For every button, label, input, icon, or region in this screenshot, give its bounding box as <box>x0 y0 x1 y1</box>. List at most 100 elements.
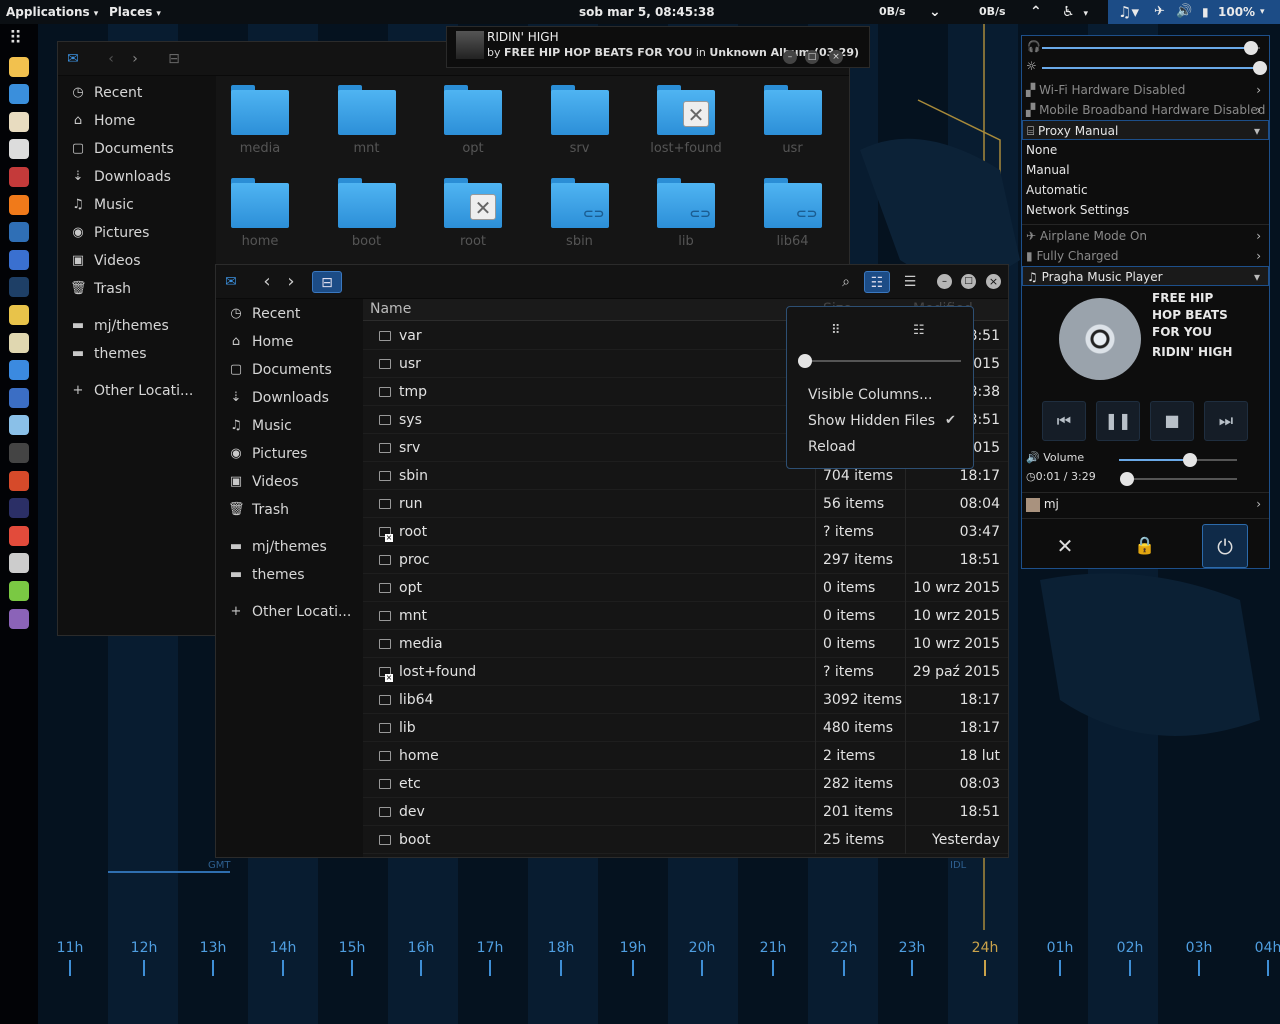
archive-icon[interactable] <box>9 167 29 187</box>
pause-button[interactable]: ❚❚ <box>1096 401 1140 441</box>
inkscape-icon[interactable] <box>9 443 29 463</box>
monitor-icon[interactable] <box>9 139 29 160</box>
sidebar-item-downloads[interactable]: ⇣ Downloads <box>216 384 363 412</box>
lock-button[interactable]: 🔒 <box>1122 524 1168 568</box>
network-settings-item[interactable]: Network Settings <box>1022 200 1269 220</box>
table-row[interactable]: lib64 3092 items 18:17 <box>363 686 1008 714</box>
proxy-manual-item[interactable]: Manual <box>1022 160 1269 180</box>
sidebar-item-other-locati[interactable]: + Other Locati... <box>58 377 216 405</box>
list-view-icon[interactable]: ☷ <box>864 271 890 293</box>
folder-item[interactable]: ⊂⊃ sbin <box>540 178 620 249</box>
ghost-icon[interactable] <box>9 608 29 629</box>
folder-item[interactable]: boot <box>327 178 407 249</box>
sidebar-item-themes[interactable]: ▬ themes <box>216 561 363 589</box>
settings-button[interactable]: ✕ <box>1042 524 1088 568</box>
sidebar-item-pictures[interactable]: ◉ Pictures <box>216 440 363 468</box>
sidebar-item-trash[interactable]: 🗑 Trash <box>216 496 363 524</box>
folder-item[interactable]: srv <box>540 85 620 156</box>
name-column-header[interactable]: Name <box>370 301 411 317</box>
root-location-icon[interactable]: ⊟ <box>161 48 187 70</box>
search-icon[interactable]: ⌕ <box>833 271 859 293</box>
table-row[interactable]: dev 201 items 18:51 <box>363 798 1008 826</box>
sidebar-item-mj-themes[interactable]: ▬ mj/themes <box>58 312 216 340</box>
qbittorrent-icon[interactable] <box>9 249 29 270</box>
close-icon[interactable]: × <box>986 274 1001 289</box>
table-row[interactable]: proc 297 items 18:51 <box>363 546 1008 574</box>
table-row[interactable]: mnt 0 items 10 wrz 2015 <box>363 602 1008 630</box>
table-row[interactable]: home 2 items 18 lut <box>363 742 1008 770</box>
mobile-broadband-item[interactable]: ▞ Mobile Broadband Hardware Disabled › <box>1022 100 1269 120</box>
chrome-icon[interactable] <box>9 470 29 491</box>
eclipse-icon[interactable] <box>9 498 29 519</box>
seek-slider[interactable] <box>1126 478 1237 480</box>
wifi-item[interactable]: ▞ Wi-Fi Hardware Disabled › <box>1022 80 1269 100</box>
folder-item[interactable]: usr <box>753 85 833 156</box>
sidebar-item-trash[interactable]: 🗑 Trash <box>58 275 216 303</box>
sidebar-item-pictures[interactable]: ◉ Pictures <box>58 219 216 247</box>
sidebar-item-downloads[interactable]: ⇣ Downloads <box>58 163 216 191</box>
brightness-knob[interactable] <box>1253 61 1267 75</box>
music-notification[interactable]: RIDIN' HIGH by FREE HIP HOP BEATS FOR YO… <box>446 26 870 68</box>
firefox-icon[interactable] <box>9 194 29 215</box>
steam-icon[interactable] <box>9 277 29 298</box>
zoom-slider[interactable] <box>805 360 961 362</box>
folder-item[interactable]: ⊂⊃ lib <box>646 178 726 249</box>
sidebar-item-recent[interactable]: ◷ Recent <box>58 79 216 107</box>
seek-knob[interactable] <box>1119 472 1134 486</box>
forward-icon[interactable]: › <box>278 271 304 293</box>
sidebar-item-home[interactable]: ⌂ Home <box>58 107 216 135</box>
folder-item[interactable]: opt <box>433 85 513 156</box>
zoom-slider-knob[interactable] <box>798 354 812 368</box>
maximize-icon[interactable]: □ <box>805 50 819 64</box>
back-icon[interactable]: ‹ <box>98 48 124 70</box>
proxy-none-item[interactable]: None <box>1022 140 1269 160</box>
minimize-icon[interactable]: – <box>937 274 952 289</box>
sidebar-item-videos[interactable]: ▣ Videos <box>58 247 216 275</box>
sidebar-item-mj-themes[interactable]: ▬ mj/themes <box>216 533 363 561</box>
sidebar-item-themes[interactable]: ▬ themes <box>58 340 216 368</box>
folder-item[interactable]: ✕ lost+found <box>646 85 726 156</box>
table-row[interactable]: boot 25 items Yesterday <box>363 826 1008 854</box>
sidebar-item-videos[interactable]: ▣ Videos <box>216 468 363 496</box>
zoom-out-grid-icon[interactable]: ⠿ <box>831 323 841 338</box>
battery-item[interactable]: ▮ Fully Charged › <box>1022 246 1269 266</box>
zoom-in-list-icon[interactable]: ☷ <box>913 323 925 338</box>
sidebar-item-other-locati[interactable]: + Other Locati... <box>216 598 363 626</box>
sidebar-item-recent[interactable]: ◷ Recent <box>216 300 363 328</box>
system-status-area[interactable]: ♫▾ ✈ 🔊 ▮ 100% ▾ <box>1108 0 1280 24</box>
forward-icon[interactable]: › <box>122 48 148 70</box>
close-icon[interactable]: × <box>829 50 843 64</box>
image-icon[interactable] <box>9 415 29 436</box>
folder-item[interactable]: home <box>220 178 300 249</box>
clock[interactable]: sob mar 5, 08:45:38 <box>579 0 715 24</box>
grid-icon[interactable]: ⠿ <box>9 29 29 49</box>
folder-item[interactable]: ⊂⊃ lib64 <box>753 178 833 249</box>
table-row[interactable]: run 56 items 08:04 <box>363 490 1008 518</box>
root-location-icon[interactable]: ⊟ <box>312 271 342 293</box>
table-row[interactable]: root ? items 03:47 <box>363 518 1008 546</box>
next-track-button[interactable]: ⏭ <box>1204 401 1248 441</box>
stop-button[interactable]: ■ <box>1150 401 1194 441</box>
thunderbird-icon[interactable] <box>9 222 29 243</box>
proxy-item[interactable]: ⌸ Proxy Manual ▾ <box>1022 120 1269 140</box>
disk-icon[interactable] <box>9 305 29 325</box>
calculator-icon[interactable] <box>9 553 29 574</box>
table-row[interactable]: etc 282 items 08:03 <box>363 770 1008 798</box>
sidebar-item-documents[interactable]: ▢ Documents <box>216 356 363 384</box>
sidebar-item-documents[interactable]: ▢ Documents <box>58 135 216 163</box>
weather-icon[interactable] <box>9 56 29 77</box>
android-icon[interactable] <box>9 581 29 601</box>
table-row[interactable]: media 0 items 10 wrz 2015 <box>363 630 1008 658</box>
user-item[interactable]: mj › <box>1022 494 1269 514</box>
show-hidden-files-item[interactable]: Show Hidden Files <box>808 413 935 429</box>
wrench-icon[interactable] <box>9 387 29 408</box>
sidebar-item-music[interactable]: ♫ Music <box>216 412 363 440</box>
places-menu[interactable]: Places ▾ <box>109 0 161 24</box>
minimize-icon[interactable]: – <box>783 50 797 64</box>
sidebar-item-music[interactable]: ♫ Music <box>58 191 216 219</box>
visible-columns-item[interactable]: Visible Columns... <box>808 387 932 403</box>
maximize-icon[interactable]: □ <box>961 274 976 289</box>
music-player-item[interactable]: ♫ Pragha Music Player ▾ <box>1022 266 1269 286</box>
sidebar-item-home[interactable]: ⌂ Home <box>216 328 363 356</box>
table-row[interactable]: lost+found ? items 29 paź 2015 <box>363 658 1008 686</box>
